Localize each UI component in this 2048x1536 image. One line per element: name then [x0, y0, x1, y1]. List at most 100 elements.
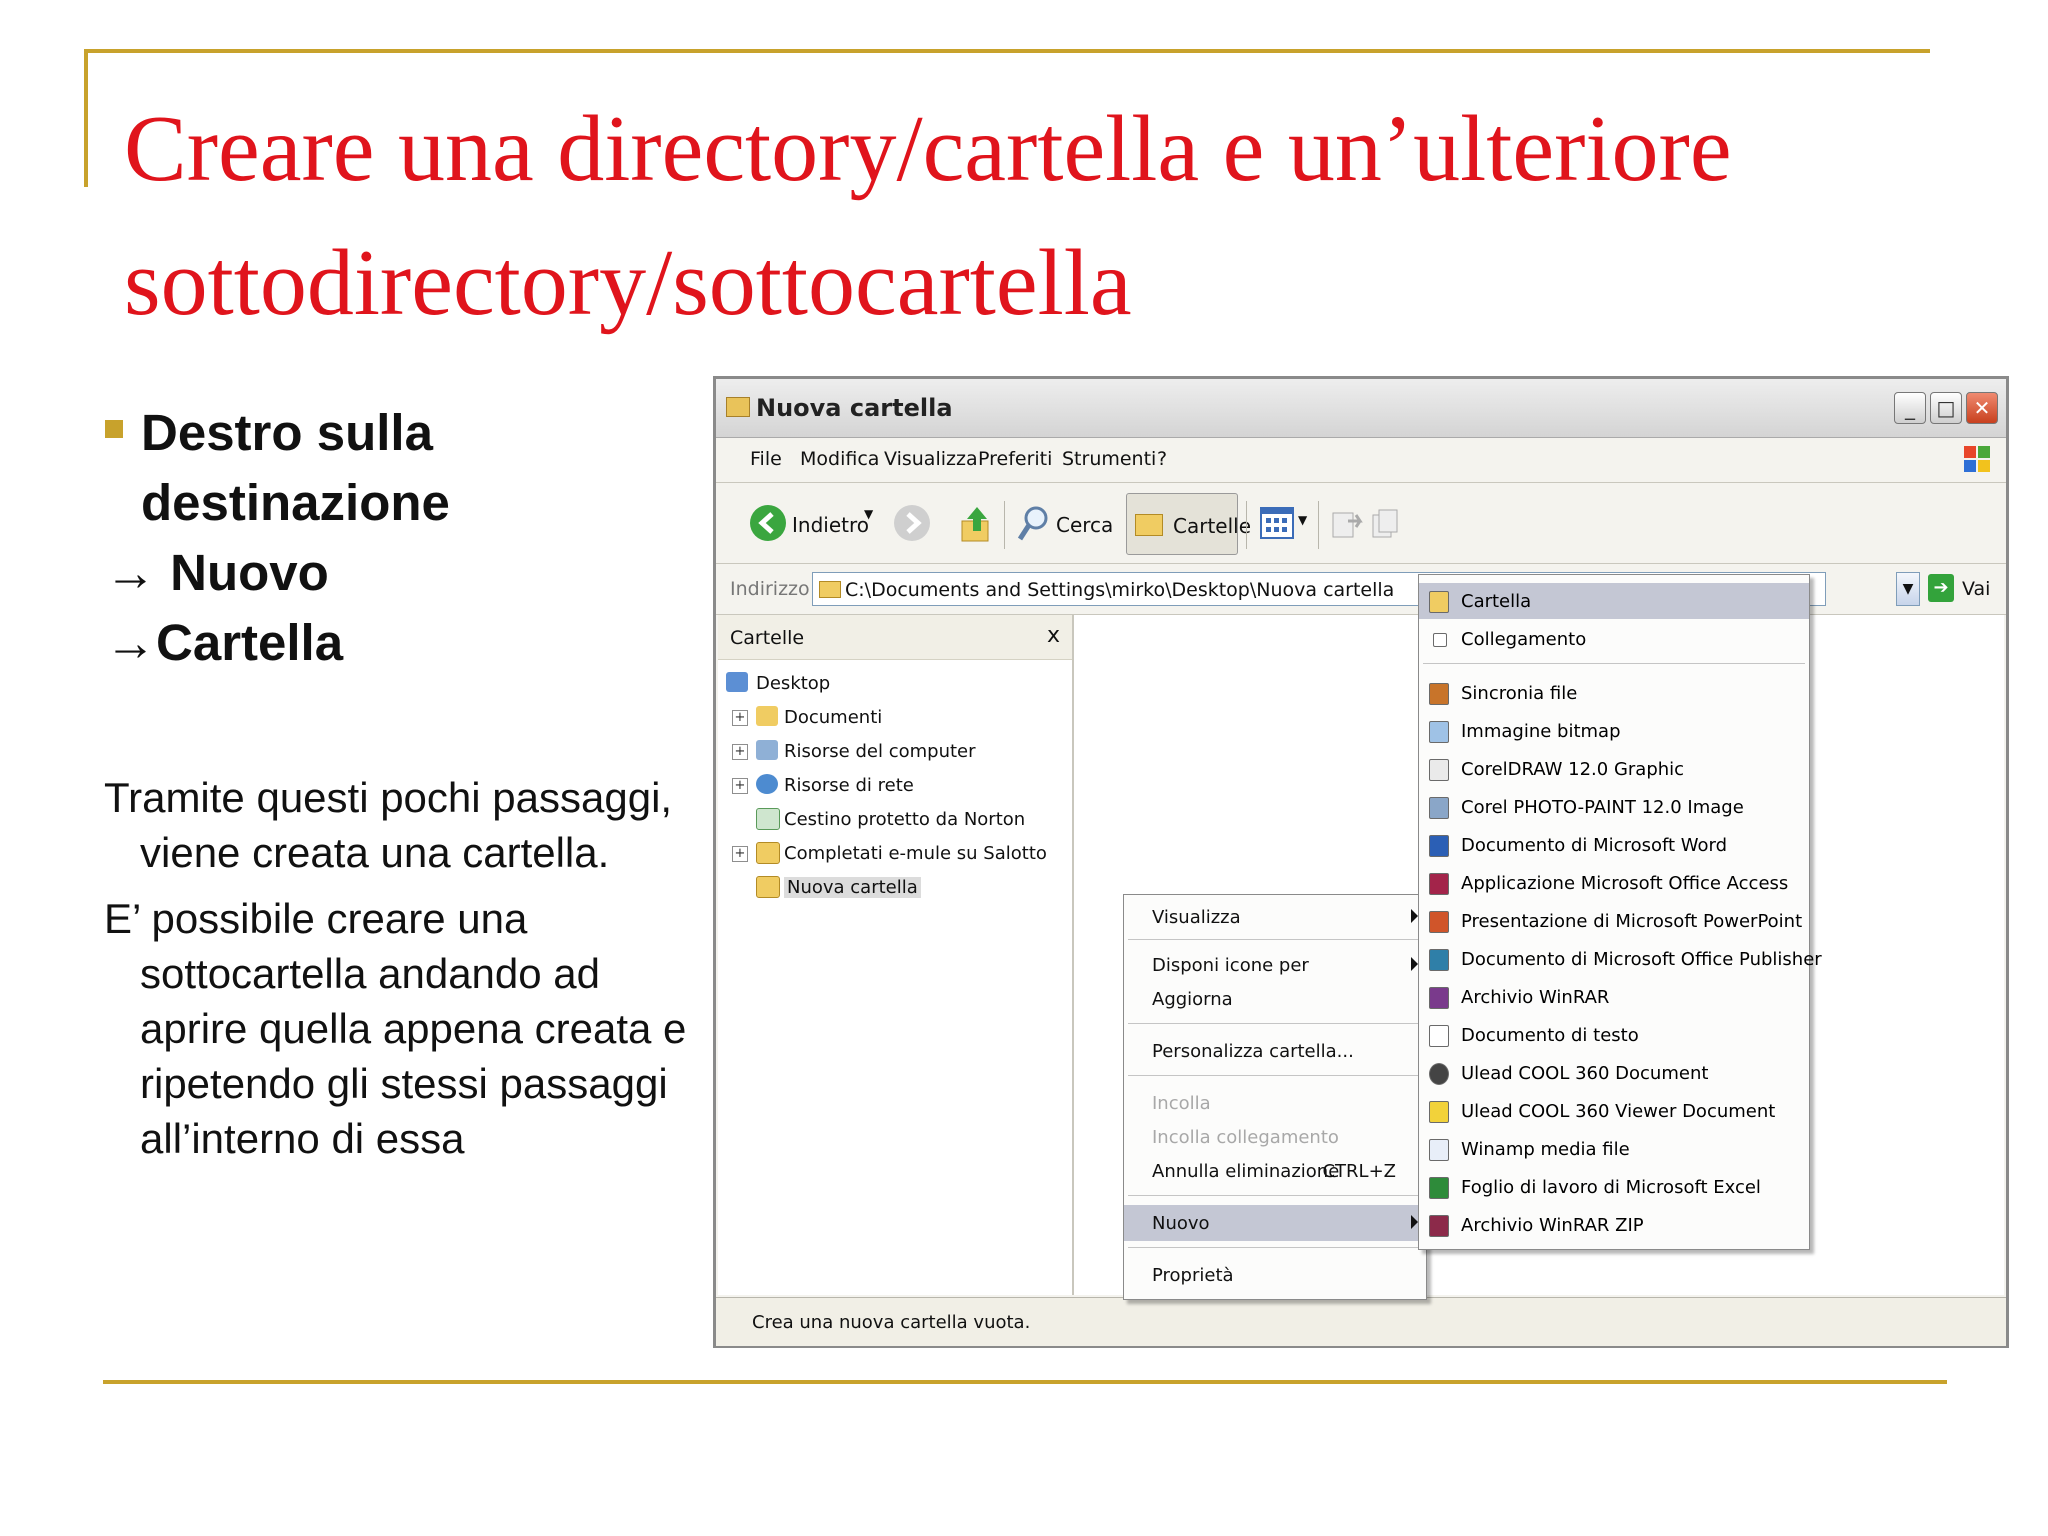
new-item-collegamento[interactable]: Collegamento	[1419, 621, 1809, 657]
close-panel-icon[interactable]: x	[1047, 623, 1060, 648]
new-item-documento-testo[interactable]: Documento di testo	[1419, 1017, 1809, 1053]
folders-panel-header: Cartelle x	[718, 615, 1072, 660]
photopaint-icon	[1429, 797, 1449, 819]
new-item-cartella[interactable]: Cartella	[1419, 583, 1809, 619]
bullet-line-4: →Cartella	[105, 614, 344, 671]
expand-icon[interactable]: +	[732, 846, 748, 862]
menu-item-annulla-eliminazione[interactable]: Annulla eliminazione CTRL+Z	[1124, 1153, 1426, 1189]
go-arrow-icon[interactable]: ➔	[1928, 574, 1954, 602]
bullet-line-1: Destro sulla	[105, 398, 685, 468]
menu-item-aggiorna[interactable]: Aggiorna	[1124, 981, 1426, 1017]
folder-icon	[756, 876, 780, 898]
menu-separator	[1423, 663, 1805, 664]
bitmap-icon	[1429, 721, 1449, 743]
recycle-bin-icon	[756, 808, 780, 830]
menu-modifica[interactable]: Modifica	[800, 448, 879, 470]
tree-item-nuova-cartella[interactable]: Nuova cartella	[732, 873, 1062, 903]
minimize-button[interactable]: _	[1894, 392, 1926, 424]
menu-item-disponi-icone[interactable]: Disponi icone per	[1124, 947, 1426, 983]
excel-icon	[1429, 1177, 1449, 1199]
back-dropdown-icon[interactable]: ▼	[864, 507, 873, 521]
powerpoint-icon	[1429, 911, 1449, 933]
menu-preferiti[interactable]: Preferiti	[978, 448, 1052, 470]
back-arrow-icon[interactable]	[750, 505, 786, 541]
back-button-label[interactable]: Indietro	[792, 513, 869, 537]
expand-icon[interactable]: +	[732, 778, 748, 794]
title-bar[interactable]: Nuova cartella _ □ ✕	[716, 379, 2006, 438]
menu-strumenti[interactable]: Strumenti	[1062, 448, 1156, 470]
up-folder-icon[interactable]	[960, 503, 994, 545]
new-item-winamp[interactable]: Winamp media file	[1419, 1131, 1809, 1167]
tree-item-cestino[interactable]: Cestino protetto da Norton	[732, 805, 1062, 835]
menu-item-personalizza[interactable]: Personalizza cartella...	[1124, 1033, 1426, 1069]
search-button-label[interactable]: Cerca	[1056, 513, 1113, 537]
menu-separator	[1128, 939, 1422, 940]
window-title: Nuova cartella	[756, 394, 953, 422]
new-item-access[interactable]: Applicazione Microsoft Office Access	[1419, 865, 1809, 901]
folders-panel-title: Cartelle	[730, 627, 805, 649]
view-dropdown-icon[interactable]: ▼	[1298, 513, 1307, 527]
tree-item-documenti[interactable]: + Documenti	[732, 703, 1062, 733]
go-button-label[interactable]: Vai	[1962, 578, 1990, 600]
new-item-winrar[interactable]: Archivio WinRAR	[1419, 979, 1809, 1015]
folder-icon	[726, 397, 750, 417]
search-icon[interactable]	[1016, 503, 1052, 545]
expand-icon[interactable]: +	[732, 710, 748, 726]
documents-folder-icon	[756, 706, 778, 726]
tree-item-risorse-computer[interactable]: + Risorse del computer	[732, 737, 1062, 767]
folder-icon	[1135, 514, 1163, 536]
menu-item-proprieta[interactable]: Proprietà	[1124, 1257, 1426, 1293]
submenu-arrow-icon	[1411, 909, 1418, 923]
folder-icon	[1429, 591, 1449, 613]
menu-item-incolla[interactable]: Incolla	[1124, 1085, 1426, 1121]
new-item-winrar-zip[interactable]: Archivio WinRAR ZIP	[1419, 1207, 1809, 1243]
forward-arrow-icon[interactable]	[894, 505, 930, 541]
computer-icon	[756, 740, 778, 760]
move-to-icon[interactable]	[1330, 507, 1364, 541]
new-submenu: Cartella Collegamento Sincronia file Imm…	[1418, 574, 1822, 1250]
bullet-line-3: → Nuovo	[105, 544, 329, 601]
new-item-publisher[interactable]: Documento di Microsoft Office Publisher	[1419, 941, 1822, 977]
menu-separator	[1128, 1247, 1422, 1248]
address-bar: Indirizzo C:\Documents and Settings\mirk…	[716, 564, 2006, 615]
view-options-icon[interactable]	[1260, 507, 1294, 539]
menu-visualizza[interactable]: Visualizza	[884, 448, 978, 470]
address-dropdown-button[interactable]: ▼	[1896, 572, 1920, 606]
menu-item-incolla-collegamento[interactable]: Incolla collegamento	[1124, 1119, 1426, 1155]
new-item-sincronia-file[interactable]: Sincronia file	[1419, 675, 1809, 711]
close-button[interactable]: ✕	[1966, 392, 1998, 424]
menu-item-visualizza[interactable]: Visualizza	[1124, 899, 1426, 935]
coreldraw-icon	[1429, 759, 1449, 781]
title-side-rule	[84, 49, 88, 187]
new-item-immagine-bitmap[interactable]: Immagine bitmap	[1419, 713, 1809, 749]
footer-rule	[103, 1380, 1947, 1384]
new-item-excel[interactable]: Foglio di lavoro di Microsoft Excel	[1419, 1169, 1809, 1205]
menu-bar: File Modifica Visualizza Preferiti Strum…	[716, 438, 2006, 483]
toolbar-separator	[1004, 501, 1005, 549]
new-item-ulead-cool-360[interactable]: Ulead COOL 360 Document	[1419, 1055, 1809, 1091]
new-item-powerpoint[interactable]: Presentazione di Microsoft PowerPoint	[1419, 903, 1809, 939]
tree-item-emule[interactable]: + Completati e-mule su Salotto	[732, 839, 1062, 869]
new-item-ulead-viewer[interactable]: Ulead COOL 360 Viewer Document	[1419, 1093, 1809, 1129]
tree-item-risorse-rete[interactable]: + Risorse di rete	[732, 771, 1062, 801]
tree-item-desktop[interactable]: Desktop	[726, 669, 1056, 699]
shared-folder-icon	[756, 842, 780, 864]
maximize-button[interactable]: □	[1930, 392, 1962, 424]
menu-file[interactable]: File	[750, 448, 782, 470]
new-item-photo-paint[interactable]: Corel PHOTO-PAINT 12.0 Image	[1419, 789, 1809, 825]
expand-icon[interactable]: +	[732, 744, 748, 760]
windows-logo-icon	[1964, 446, 1990, 472]
copy-to-icon[interactable]	[1370, 507, 1404, 541]
paragraph-1: Tramite questi pochi passaggi, viene cre…	[104, 774, 673, 876]
instruction-bullets: Destro sulla destinazione → Nuovo →Carte…	[105, 398, 685, 678]
winrar-zip-icon	[1429, 1215, 1449, 1237]
menu-help[interactable]: ?	[1157, 448, 1167, 470]
status-text: Crea una nuova cartella vuota.	[752, 1312, 1031, 1333]
menu-separator	[1128, 1023, 1422, 1024]
new-item-word[interactable]: Documento di Microsoft Word	[1419, 827, 1809, 863]
menu-separator	[1128, 1075, 1422, 1076]
folders-toggle-button[interactable]: Cartelle	[1126, 493, 1251, 555]
context-menu: Visualizza Disponi icone per Aggiorna Pe…	[1123, 894, 1427, 1300]
new-item-coreldraw[interactable]: CorelDRAW 12.0 Graphic	[1419, 751, 1809, 787]
menu-item-nuovo[interactable]: Nuovo	[1124, 1205, 1426, 1241]
